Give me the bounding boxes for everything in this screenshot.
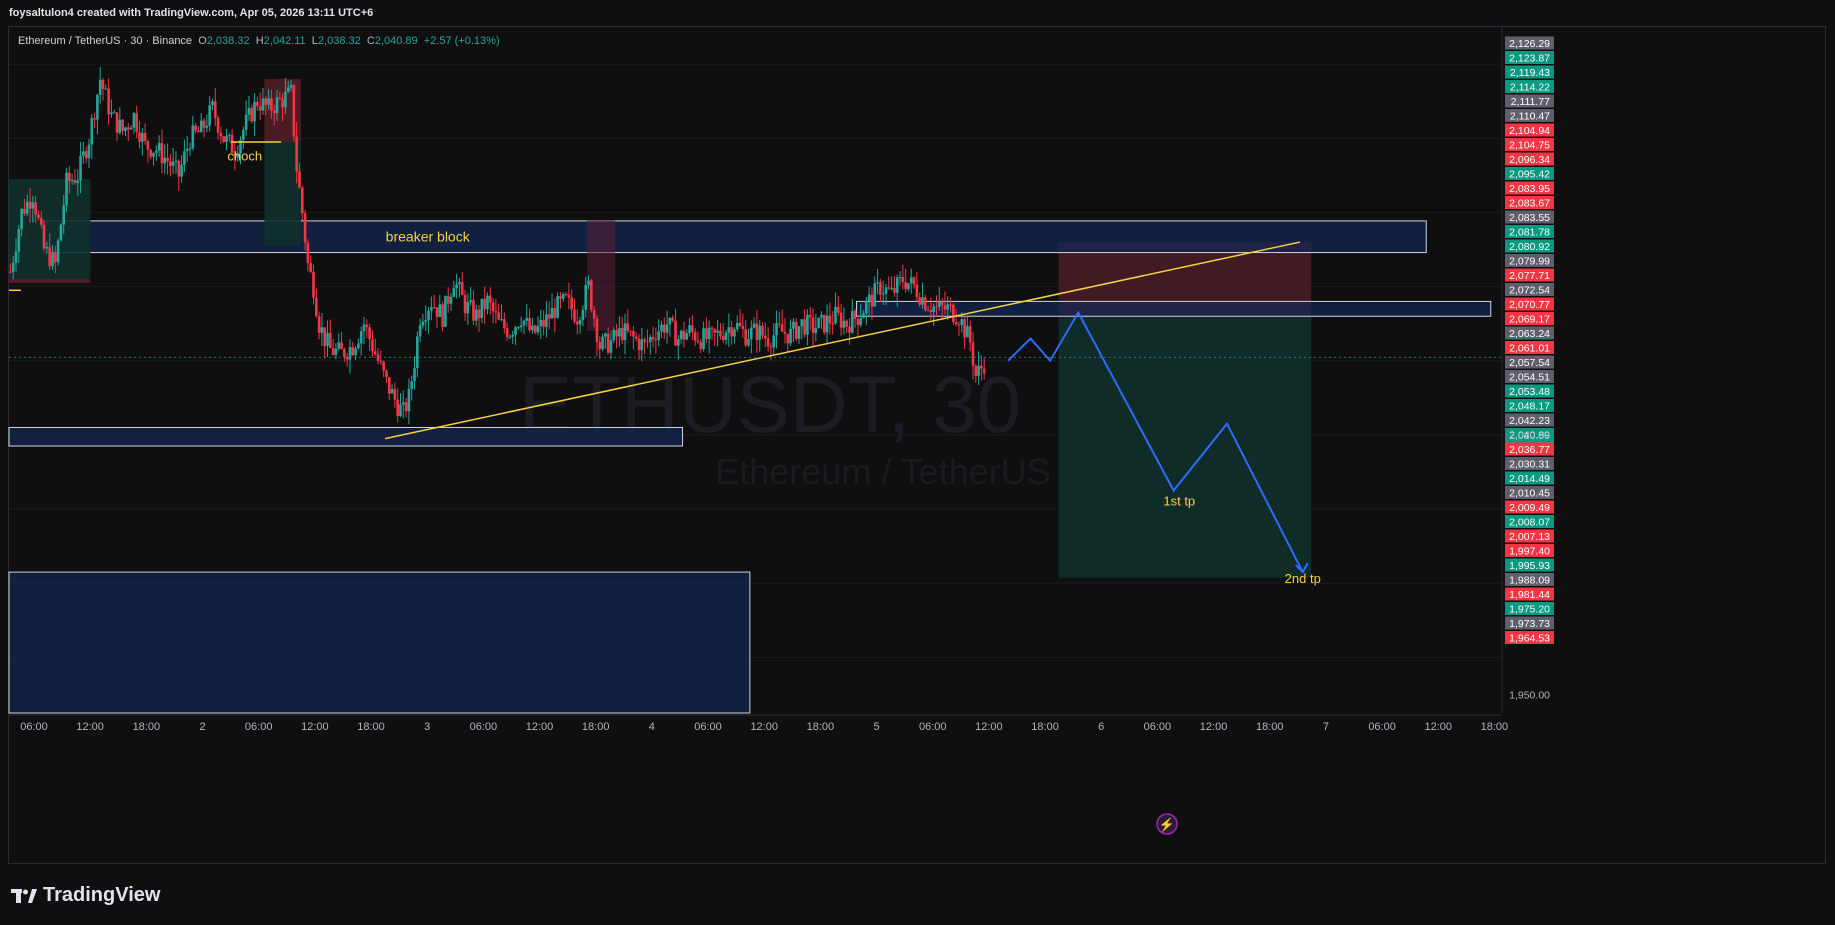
open-value: 2,038.32 [206,35,250,47]
tradingview-logo-icon [11,888,37,903]
high-label: H [255,35,264,47]
header-bar: foysaltulon4 created with TradingView.co… [0,0,1835,26]
close-label: C [366,35,375,47]
symbol-title[interactable]: Ethereum / TetherUS · 30 · Binance [18,35,192,47]
chart-credit: foysaltulon4 created with TradingView.co… [9,7,374,19]
open-label: O [198,35,207,47]
footer-bar [0,870,1835,925]
low-value: 2,038.32 [317,35,361,47]
tradingview-logo[interactable]: TradingView [11,884,160,907]
high-value: 2,042.11 [263,35,306,47]
close-value: 2,040.89 [374,35,418,47]
change-value: +2.57 (+0.13%) [423,35,500,47]
chart-pane[interactable] [8,26,1826,864]
brand-name: TradingView [43,884,161,906]
symbol-legend: Ethereum / TetherUS · 30 · Binance O2,03… [18,35,500,47]
